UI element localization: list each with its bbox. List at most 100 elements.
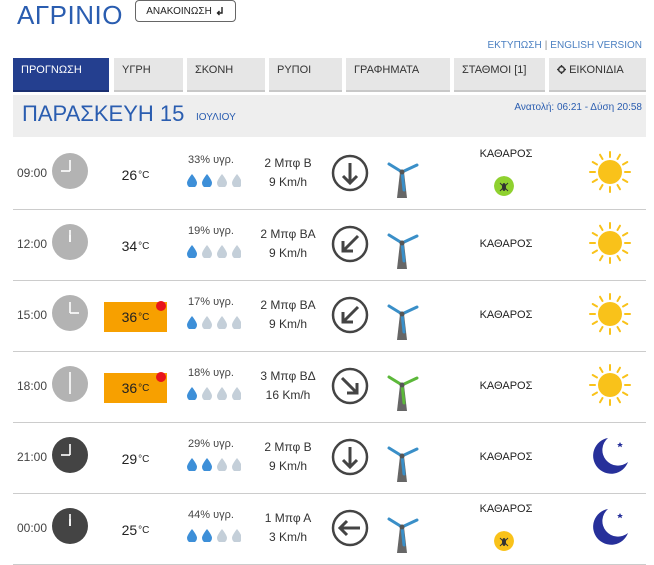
temperature: 29 °C <box>104 444 167 474</box>
temperature: 34 °C <box>104 231 167 261</box>
tab-dust[interactable]: ΣΚΟΝΗ <box>187 58 265 92</box>
wind-force: 2 Μπφ Β <box>264 156 312 170</box>
wind-force: 1 Μπφ Α <box>264 511 312 525</box>
forecast-time: 12:00 <box>17 237 48 251</box>
wind-force: 3 Μπφ ΒΔ <box>260 369 316 383</box>
wind-force: 2 Μπφ ΒΑ <box>260 227 316 241</box>
mosquito-icon <box>494 176 514 196</box>
sky-condition: ΚΑΘΑΡΟΣ <box>479 309 533 321</box>
humidity-drop-icon <box>202 529 212 542</box>
temperature-value: 36 <box>121 309 138 325</box>
clock-icon <box>52 153 88 189</box>
humidity-drop-icon <box>232 245 241 258</box>
humidity-drop-icon <box>187 529 197 542</box>
sky-condition: ΚΑΘΑΡΟΣ <box>479 503 533 515</box>
humidity-drop-icon <box>202 458 212 471</box>
tab-humidity-label: ΥΓΡΗ <box>122 64 151 76</box>
sun-icon <box>589 222 631 264</box>
wind-info: 2 Μπφ Β 9 Km/h <box>253 438 323 476</box>
moon-icon <box>593 438 628 474</box>
wind-info: 1 Μπφ Α 3 Km/h <box>253 509 323 547</box>
top-links: ΕΚΤΥΠΩΣΗ | ENGLISH VERSION <box>487 40 642 51</box>
tab-charts[interactable]: ΓΡΑΦΗΜΑΤΑ <box>346 58 450 92</box>
sky-condition: ΚΑΘΑΡΟΣ <box>479 148 533 160</box>
announce-label: ΑΝΑΚΟΙΝΩΣΗ <box>146 5 212 17</box>
humidity-drop-icon <box>217 174 227 187</box>
humidity-drop-icon <box>202 316 212 329</box>
sky-condition: ΚΑΘΑΡΟΣ <box>479 380 533 392</box>
wind-turbine-icon <box>387 517 419 553</box>
announce-button[interactable]: ΑΝΑΚΟΙΝΩΣΗ <box>135 0 236 22</box>
down-left-arrow-icon <box>331 225 369 263</box>
tab-pollutants[interactable]: ΡΥΠΟΙ <box>269 58 342 92</box>
forecast-row: 12:00 34 °C 19% υγρ. 2 Μπφ ΒΑ 9 Km/h ΚΑΘΑ… <box>13 209 646 281</box>
tab-forecast[interactable]: ΠΡΟΓΝΩΣΗ <box>13 58 109 92</box>
humidity-drops <box>187 245 241 258</box>
humidity-text: 18% υγρ. <box>188 367 234 379</box>
heat-alert-dot <box>156 301 166 311</box>
sunrise-sunset: Ανατολή: 06:21 - Δύση 20:58 <box>514 102 642 113</box>
wind-turbine-icon <box>387 375 419 411</box>
humidity-text: 44% υγρ. <box>188 509 234 521</box>
return-arrow-icon <box>216 7 223 16</box>
humidity-drop-icon <box>187 245 197 258</box>
humidity-drops <box>187 174 241 187</box>
humidity-drop-icon <box>232 174 241 187</box>
tab-humidity[interactable]: ΥΓΡΗ <box>114 58 183 92</box>
temperature-value: 34 <box>121 238 138 254</box>
print-link[interactable]: ΕΚΤΥΠΩΣΗ <box>487 40 541 51</box>
humidity-drop-icon <box>232 387 241 400</box>
humidity-text: 17% υγρ. <box>188 296 234 308</box>
temperature-unit: °C <box>138 311 150 323</box>
humidity-text: 29% υγρ. <box>188 438 234 450</box>
wind-speed: 3 Km/h <box>268 530 307 544</box>
humidity-drop-icon <box>202 174 212 187</box>
temperature: 36 °C <box>104 301 167 332</box>
humidity-drop-icon <box>232 458 241 471</box>
temperature-value: 26 <box>121 167 138 183</box>
clock-icon <box>52 295 88 331</box>
temperature-unit: °C <box>138 169 150 181</box>
sky-condition: ΚΑΘΑΡΟΣ <box>479 451 533 463</box>
forecast-time: 18:00 <box>17 379 48 393</box>
sun-icon <box>589 151 631 193</box>
english-version-link[interactable]: ENGLISH VERSION <box>550 40 642 51</box>
temperature-value: 25 <box>121 522 138 538</box>
temperature: 26 °C <box>104 160 167 190</box>
wind-info: 2 Μπφ ΒΑ 9 Km/h <box>253 225 323 263</box>
forecast-row: 09:00 26 °C 33% υγρ. 2 Μπφ Β 9 Km/h ΚΑΘΑΡ… <box>13 138 646 210</box>
humidity-drop-icon <box>232 529 241 542</box>
clock-icon <box>52 437 88 473</box>
down-arrow-icon <box>331 154 369 192</box>
clock-icon <box>52 224 88 260</box>
wind-speed: 16 Km/h <box>265 388 311 402</box>
tab-forecast-label: ΠΡΟΓΝΩΣΗ <box>21 64 82 76</box>
wind-turbine-icon <box>387 162 419 198</box>
day-header: ΠΑΡΑΣΚΕΥΗ 15 ΙΟΥΛΙΟΥ Ανατολή: 06:21 - Δύ… <box>13 95 646 137</box>
forecast-time: 21:00 <box>17 450 48 464</box>
tab-stations[interactable]: ΣΤΑΘΜΟΙ [1] <box>454 58 545 92</box>
sun-icon <box>589 293 631 335</box>
wind-turbine-icon <box>387 304 419 340</box>
temperature: 25 °C <box>104 515 167 545</box>
humidity-drops <box>187 458 241 471</box>
humidity-drop-icon <box>187 458 197 471</box>
humidity-drop-icon <box>217 245 227 258</box>
wind-info: 2 Μπφ ΒΑ 9 Km/h <box>253 296 323 334</box>
wind-force: 2 Μπφ Β <box>264 440 312 454</box>
gear-icon <box>557 65 566 74</box>
wind-turbine-icon <box>387 233 419 269</box>
wind-info: 2 Μπφ Β 9 Km/h <box>253 154 323 192</box>
page-title: ΑΓΡΙΝΙΟ <box>17 0 123 30</box>
humidity-text: 19% υγρ. <box>188 225 234 237</box>
humidity-drop-icon <box>187 316 197 329</box>
humidity-drop-icon <box>217 316 227 329</box>
humidity-drop-icon <box>217 387 227 400</box>
tab-icons-label: ΕΙΚΟΝΙΔΙΑ <box>569 64 624 76</box>
humidity-drop-icon <box>187 387 197 400</box>
down-right-arrow-icon <box>331 367 369 405</box>
day-name: ΠΑΡΑΣΚΕΥΗ 15 <box>22 101 185 126</box>
humidity-drops <box>187 529 241 542</box>
tab-icons[interactable]: ΕΙΚΟΝΙΔΙΑ <box>549 58 646 92</box>
forecast-time: 15:00 <box>17 308 48 322</box>
